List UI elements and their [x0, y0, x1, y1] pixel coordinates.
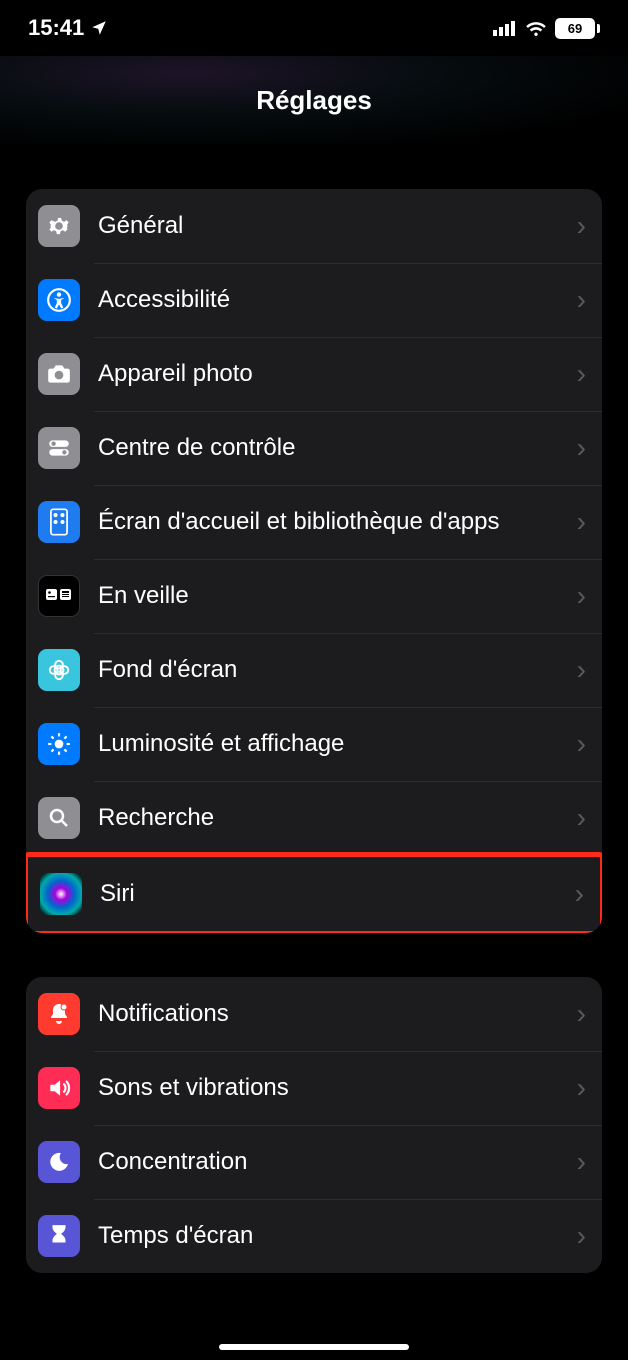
- row-control-center[interactable]: Centre de contrôle ›: [26, 411, 602, 485]
- row-label: Accessibilité: [98, 285, 577, 315]
- battery-tip: [597, 24, 600, 33]
- header: Réglages: [0, 56, 628, 144]
- chevron-right-icon: ›: [577, 358, 586, 390]
- settings-group-1: Général › Accessibilité › Appareil photo…: [26, 189, 602, 933]
- chevron-right-icon: ›: [577, 210, 586, 242]
- row-label: Écran d'accueil et bibliothèque d'apps: [98, 507, 577, 537]
- content: Général › Accessibilité › Appareil photo…: [0, 144, 628, 1273]
- row-siri[interactable]: Siri ›: [28, 857, 600, 931]
- row-standby[interactable]: En veille ›: [26, 559, 602, 633]
- row-general[interactable]: Général ›: [26, 189, 602, 263]
- speaker-icon: [38, 1067, 80, 1109]
- chevron-right-icon: ›: [575, 878, 584, 910]
- gear-icon: [38, 205, 80, 247]
- row-label: Concentration: [98, 1147, 577, 1177]
- search-icon: [38, 797, 80, 839]
- row-label: Temps d'écran: [98, 1221, 577, 1251]
- row-label: Centre de contrôle: [98, 433, 577, 463]
- chevron-right-icon: ›: [577, 1220, 586, 1252]
- chevron-right-icon: ›: [577, 1146, 586, 1178]
- chevron-right-icon: ›: [577, 506, 586, 538]
- status-left: 15:41: [28, 15, 108, 41]
- chevron-right-icon: ›: [577, 432, 586, 464]
- chevron-right-icon: ›: [577, 728, 586, 760]
- row-label: Général: [98, 211, 577, 241]
- location-icon: [90, 19, 108, 37]
- row-label: Recherche: [98, 803, 577, 833]
- row-label: Luminosité et affichage: [98, 729, 577, 759]
- chevron-right-icon: ›: [577, 1072, 586, 1104]
- status-bar: 15:41 69: [0, 0, 628, 56]
- standby-icon: [38, 575, 80, 617]
- settings-group-2: Notifications › Sons et vibrations › Con…: [26, 977, 602, 1273]
- chevron-right-icon: ›: [577, 284, 586, 316]
- row-wallpaper[interactable]: Fond d'écran ›: [26, 633, 602, 707]
- hourglass-icon: [38, 1215, 80, 1257]
- row-label: Appareil photo: [98, 359, 577, 389]
- chevron-right-icon: ›: [577, 802, 586, 834]
- toggles-icon: [38, 427, 80, 469]
- row-search[interactable]: Recherche ›: [26, 781, 602, 855]
- row-camera[interactable]: Appareil photo ›: [26, 337, 602, 411]
- status-time: 15:41: [28, 15, 84, 41]
- bell-icon: [38, 993, 80, 1035]
- apps-grid-icon: [38, 501, 80, 543]
- row-focus[interactable]: Concentration ›: [26, 1125, 602, 1199]
- cellular-icon: [493, 20, 517, 36]
- row-label: Sons et vibrations: [98, 1073, 577, 1103]
- row-screentime[interactable]: Temps d'écran ›: [26, 1199, 602, 1273]
- row-notifications[interactable]: Notifications ›: [26, 977, 602, 1051]
- home-indicator[interactable]: [219, 1344, 409, 1350]
- page-title: Réglages: [256, 85, 372, 116]
- row-label: Siri: [100, 879, 575, 909]
- row-home-screen[interactable]: Écran d'accueil et bibliothèque d'apps ›: [26, 485, 602, 559]
- moon-icon: [38, 1141, 80, 1183]
- row-label: En veille: [98, 581, 577, 611]
- wifi-icon: [525, 20, 547, 36]
- battery-level: 69: [555, 18, 595, 39]
- battery-indicator: 69: [555, 18, 600, 39]
- siri-icon: [40, 873, 82, 915]
- row-label: Notifications: [98, 999, 577, 1029]
- screen: 15:41 69 Réglages: [0, 0, 628, 1360]
- brightness-icon: [38, 723, 80, 765]
- row-sounds[interactable]: Sons et vibrations ›: [26, 1051, 602, 1125]
- row-brightness[interactable]: Luminosité et affichage ›: [26, 707, 602, 781]
- wallpaper-icon: [38, 649, 80, 691]
- chevron-right-icon: ›: [577, 654, 586, 686]
- row-label: Fond d'écran: [98, 655, 577, 685]
- row-accessibility[interactable]: Accessibilité ›: [26, 263, 602, 337]
- chevron-right-icon: ›: [577, 580, 586, 612]
- chevron-right-icon: ›: [577, 998, 586, 1030]
- camera-icon: [38, 353, 80, 395]
- status-right: 69: [493, 18, 600, 39]
- highlight-annotation: Siri ›: [26, 852, 602, 933]
- accessibility-icon: [38, 279, 80, 321]
